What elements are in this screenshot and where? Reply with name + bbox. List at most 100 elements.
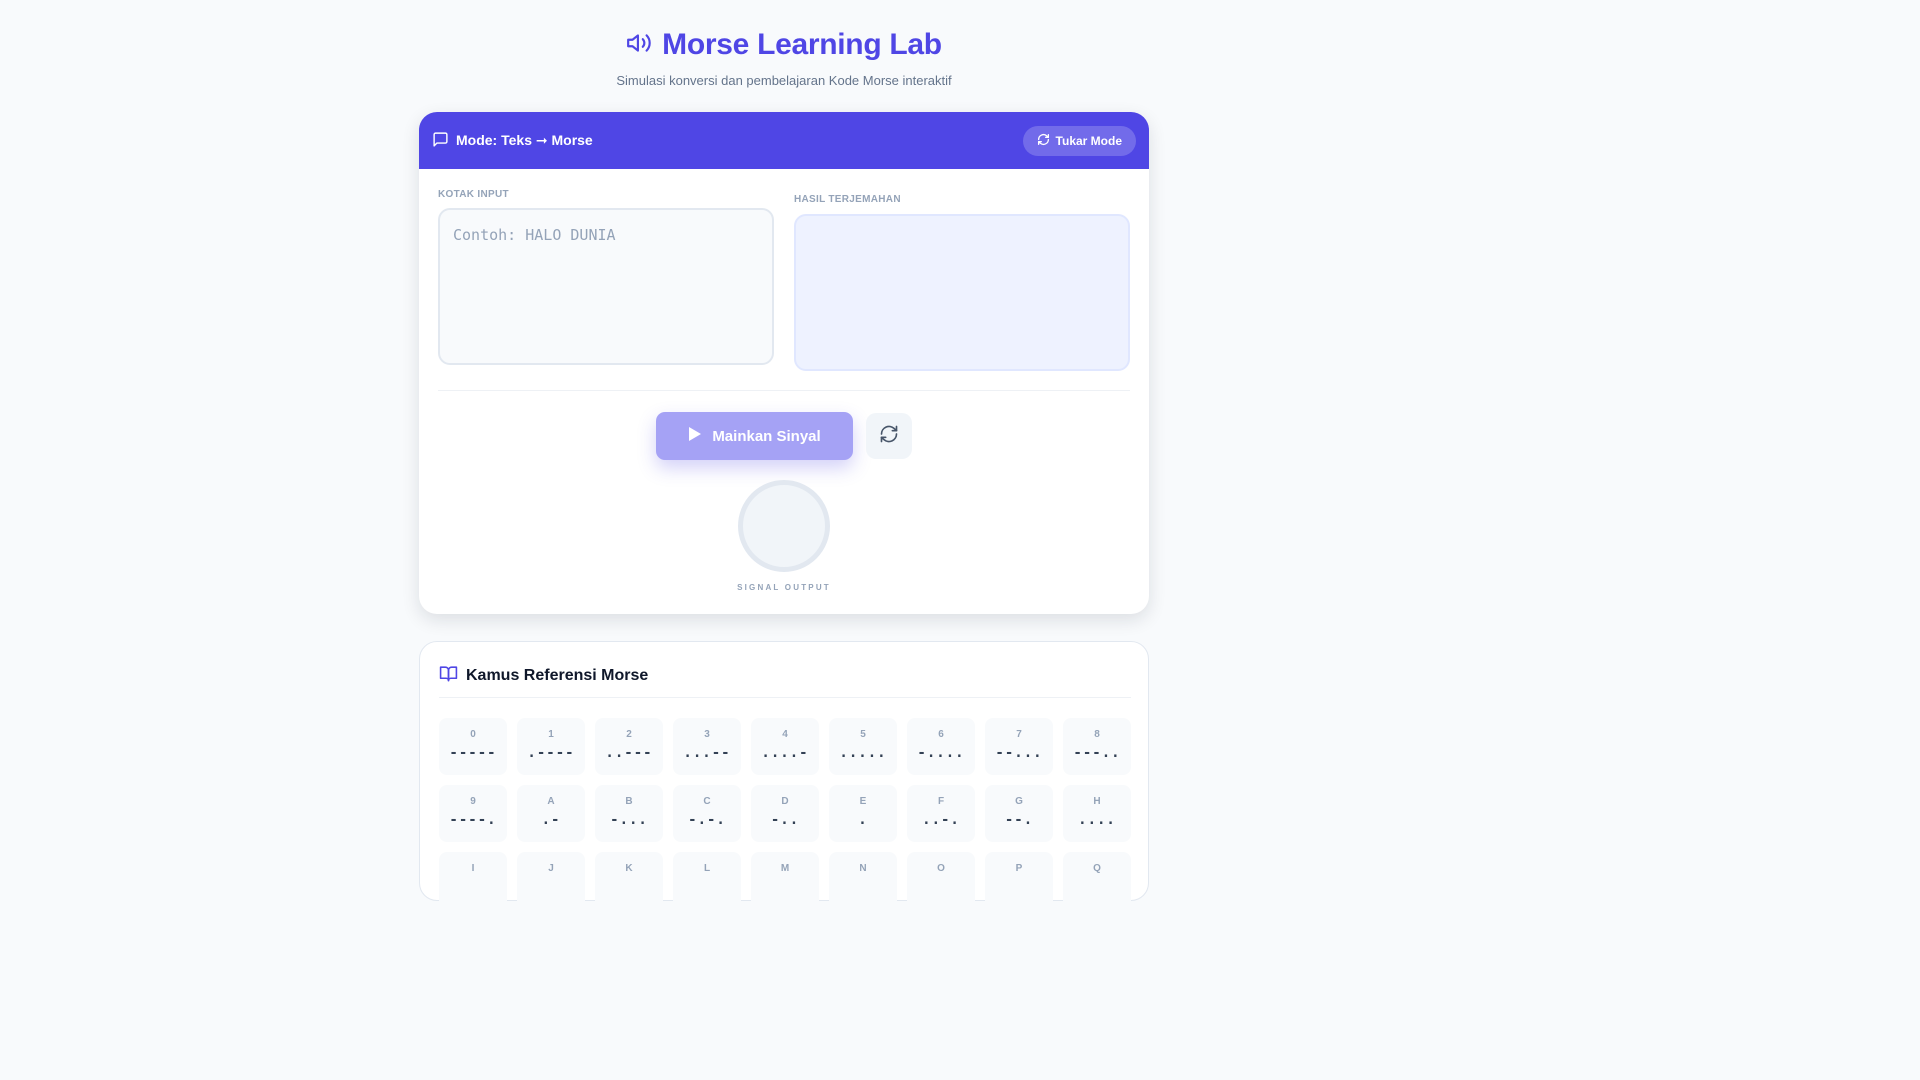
translation-output <box>794 214 1130 371</box>
morse-code: .- <box>541 812 561 828</box>
morse-character: 6 <box>938 729 944 740</box>
morse-cell[interactable]: H.... <box>1063 785 1131 842</box>
morse-cell[interactable]: G --. <box>985 785 1053 842</box>
morse-code: --. <box>1004 812 1034 828</box>
morse-cell[interactable]: 4 ....- <box>751 718 819 775</box>
morse-character: I <box>471 863 475 874</box>
morse-character: 0 <box>470 729 476 740</box>
morse-cell[interactable]: N <box>829 852 897 909</box>
refresh-icon <box>879 424 899 449</box>
morse-code: -.-. <box>688 812 726 828</box>
morse-character: M <box>780 863 790 874</box>
morse-code: ...-- <box>683 745 731 761</box>
output-label: HASIL TERJEMAHAN <box>794 194 901 205</box>
message-icon <box>432 131 449 151</box>
play-signal-label: Mainkan Sinyal <box>712 427 821 445</box>
morse-code: .---- <box>527 745 575 761</box>
morse-cell[interactable]: 1 .---- <box>517 718 585 775</box>
converter-card: Mode: Teks ➞ Morse Tukar Mode KOTAK INPU… <box>419 112 1149 614</box>
morse-character: 8 <box>1094 729 1100 740</box>
morse-character: J <box>548 863 554 874</box>
morse-character: E <box>859 796 867 807</box>
swap-mode-label: Tukar Mode <box>1055 133 1122 148</box>
morse-cell[interactable]: J <box>517 852 585 909</box>
morse-grid: 0 ----- 1 .---- 2 ..--- 3 ...-- 4 ....- 5..... 6 -..… <box>439 718 1131 909</box>
text-input[interactable] <box>438 208 774 365</box>
page-subtitle: Simulasi konversi dan pembelajaran Kode … <box>616 73 952 88</box>
morse-character: P <box>1015 863 1023 874</box>
morse-cell[interactable]: B -... <box>595 785 663 842</box>
morse-cell[interactable]: 7 --... <box>985 718 1053 775</box>
morse-character: O <box>937 863 945 874</box>
morse-character: A <box>547 796 555 807</box>
morse-cell[interactable]: 3 ...-- <box>673 718 741 775</box>
morse-cell[interactable]: K <box>595 852 663 909</box>
book-icon <box>439 664 458 688</box>
morse-code: --... <box>995 745 1043 761</box>
signal-light <box>738 480 830 572</box>
morse-code: ---.. <box>1073 745 1121 761</box>
morse-cell[interactable]: 2 ..--- <box>595 718 663 775</box>
dictionary-card: Kamus Referensi Morse 0 ----- 1 .---- 2 ..---… <box>419 641 1149 909</box>
morse-cell[interactable]: 9 ----. <box>439 785 507 842</box>
page-title: Morse Learning Lab <box>662 28 942 61</box>
morse-code: .... <box>1078 812 1116 828</box>
swap-icon <box>1037 133 1050 149</box>
dictionary-title: Kamus Referensi Morse <box>466 667 649 684</box>
morse-character: N <box>859 863 867 874</box>
morse-code: -.... <box>917 745 965 761</box>
morse-cell[interactable]: Q <box>1063 852 1131 909</box>
morse-code: ----. <box>449 812 497 828</box>
page-header: Morse Learning Lab Simulasi konversi dan… <box>0 26 1568 88</box>
morse-character: C <box>703 796 711 807</box>
morse-cell[interactable]: L <box>673 852 741 909</box>
morse-cell[interactable]: I <box>439 852 507 909</box>
morse-code: ..... <box>839 745 887 761</box>
morse-character: 2 <box>626 729 632 740</box>
signal-output-label: SIGNAL OUTPUT <box>737 583 831 592</box>
reset-button[interactable] <box>866 413 912 459</box>
morse-cell[interactable]: 0 ----- <box>439 718 507 775</box>
morse-character: 9 <box>470 796 476 807</box>
morse-code: ----- <box>449 745 497 761</box>
morse-code: ....- <box>761 745 809 761</box>
morse-cell[interactable]: 6 -.... <box>907 718 975 775</box>
morse-cell[interactable]: E. <box>829 785 897 842</box>
play-icon <box>688 426 702 446</box>
morse-code: -... <box>610 812 648 828</box>
morse-cell[interactable]: C -.-. <box>673 785 741 842</box>
morse-character: K <box>625 863 633 874</box>
morse-cell[interactable]: 5..... <box>829 718 897 775</box>
morse-character: D <box>781 796 789 807</box>
mode-indicator: Mode: Teks ➞ Morse <box>432 131 593 151</box>
morse-code: ..--- <box>605 745 653 761</box>
morse-code: ..-. <box>922 812 960 828</box>
converter-header: Mode: Teks ➞ Morse Tukar Mode <box>419 112 1149 169</box>
morse-character: 5 <box>860 729 866 740</box>
morse-cell[interactable]: O <box>907 852 975 909</box>
morse-cell[interactable]: 8 ---.. <box>1063 718 1131 775</box>
play-signal-button[interactable]: Mainkan Sinyal <box>656 412 853 460</box>
morse-character: L <box>703 863 711 874</box>
title-row: Morse Learning Lab <box>0 26 1568 64</box>
dictionary-divider <box>439 697 1131 698</box>
morse-character: G <box>1015 796 1023 807</box>
speaker-icon <box>626 30 652 61</box>
morse-character: 1 <box>548 729 554 740</box>
dictionary-header: Kamus Referensi Morse <box>439 664 648 688</box>
morse-character: 4 <box>782 729 788 740</box>
morse-character: Q <box>1093 863 1101 874</box>
divider <box>438 390 1130 391</box>
swap-mode-button[interactable]: Tukar Mode <box>1022 125 1136 156</box>
morse-cell[interactable]: M <box>751 852 819 909</box>
morse-cell[interactable]: F ..-. <box>907 785 975 842</box>
morse-cell[interactable]: A .- <box>517 785 585 842</box>
morse-character: F <box>937 796 945 807</box>
morse-character: B <box>625 796 633 807</box>
mode-label: Mode: Teks ➞ Morse <box>456 132 593 148</box>
morse-cell[interactable]: P <box>985 852 1053 909</box>
morse-character: 7 <box>1016 729 1022 740</box>
morse-cell[interactable]: D -.. <box>751 785 819 842</box>
morse-code: -.. <box>770 812 800 828</box>
morse-character: 3 <box>704 729 710 740</box>
